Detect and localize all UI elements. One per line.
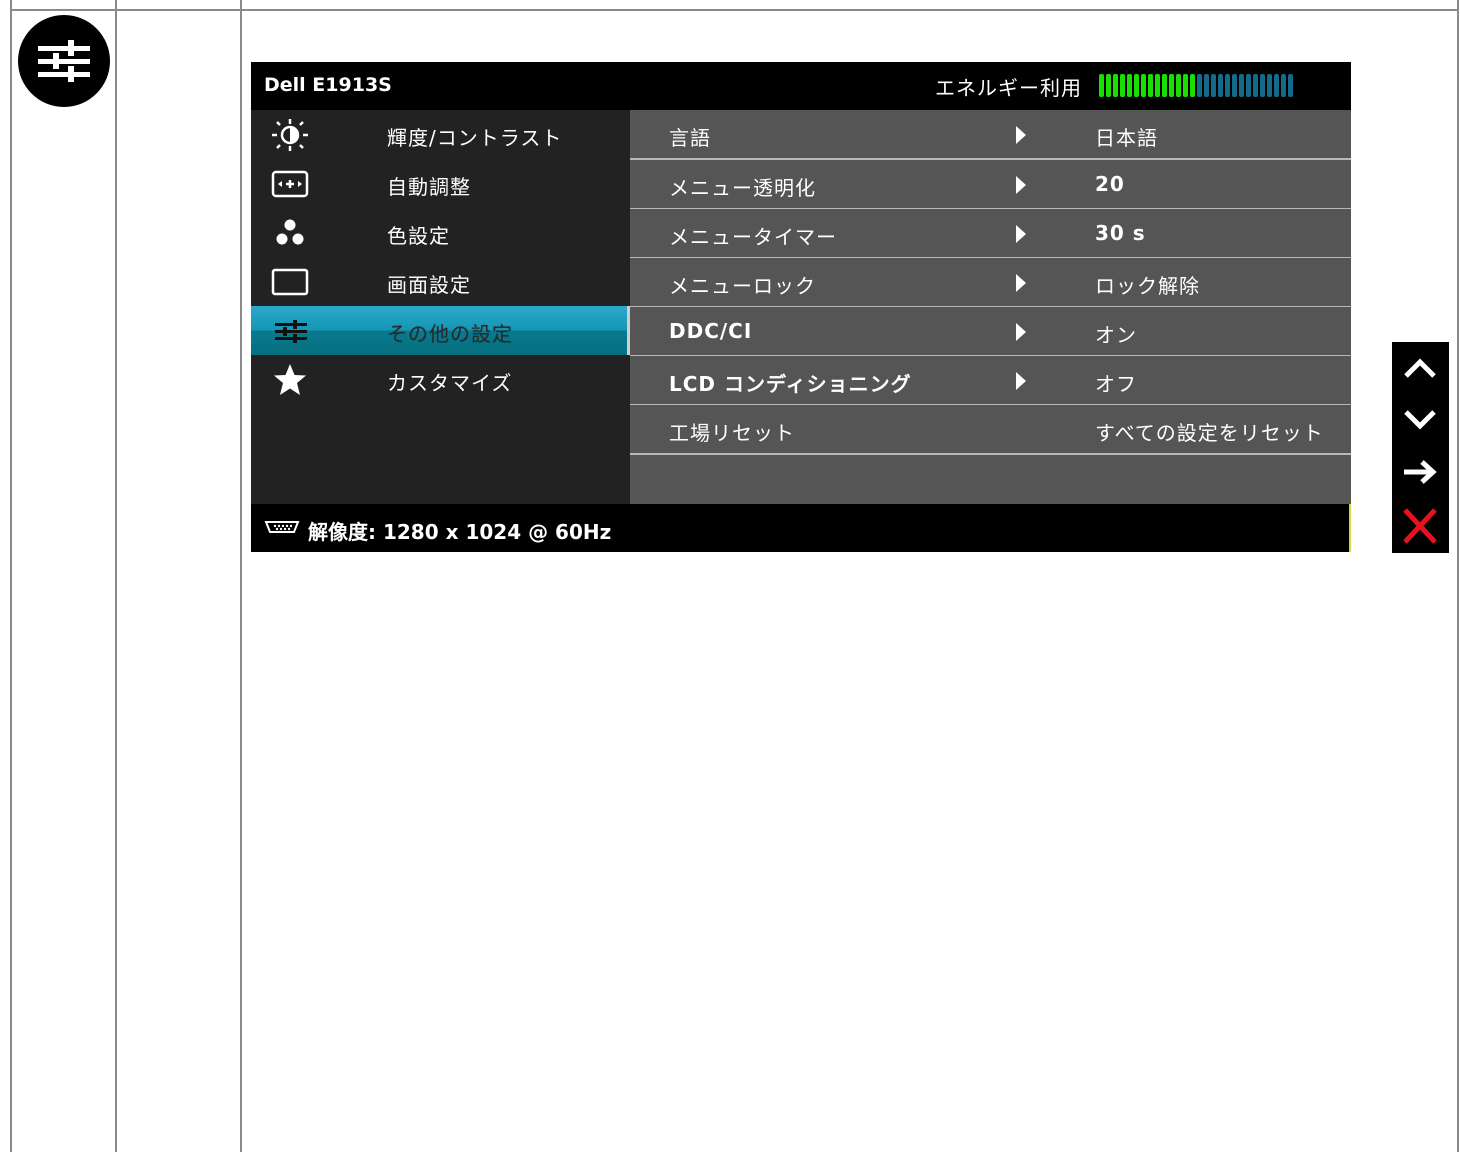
energy-segment: [1281, 74, 1286, 97]
option-value: オフ: [1095, 372, 1137, 396]
energy-segment: [1225, 74, 1230, 97]
arrow-right-icon: [1016, 372, 1026, 390]
down-icon: [1404, 410, 1436, 430]
vga-connector-icon: [264, 521, 300, 533]
auto-adjust-icon: [271, 170, 309, 198]
menu-item-label: カスタマイズ: [387, 371, 513, 395]
up-button[interactable]: [1392, 342, 1449, 392]
energy-segment: [1127, 74, 1132, 97]
option-row-menu-timer[interactable]: メニュータイマー 30 s: [630, 209, 1351, 259]
option-label: 言語: [669, 126, 711, 150]
energy-segment: [1141, 74, 1146, 97]
energy-segment: [1134, 74, 1139, 97]
table-border-left: [10, 0, 12, 1152]
option-label: メニュータイマー: [669, 225, 837, 249]
energy-segment: [1211, 74, 1216, 97]
option-value: 20: [1095, 172, 1125, 196]
option-value: 日本語: [1095, 126, 1158, 150]
arrow-right-icon: [1016, 323, 1026, 341]
close-icon: [1403, 508, 1437, 544]
exit-button[interactable]: [1392, 500, 1449, 550]
option-value: すべての設定をリセット: [1095, 421, 1324, 445]
energy-segment: [1099, 74, 1104, 97]
table-border-col2: [240, 0, 242, 1152]
arrow-right-icon: [1016, 176, 1026, 194]
option-label: メニューロック: [669, 274, 816, 298]
energy-label: エネルギー利用: [935, 76, 1082, 100]
menu-item-other-settings[interactable]: その他の設定: [251, 306, 630, 355]
menu-item-label: その他の設定: [387, 322, 513, 346]
energy-segment: [1239, 74, 1244, 97]
menu-item-label: 画面設定: [387, 273, 471, 297]
osd-navigation-buttons: [1392, 342, 1449, 553]
arrow-right-icon: [1016, 126, 1026, 144]
option-label: LCD コンディショニング: [669, 372, 912, 396]
energy-segment: [1218, 74, 1223, 97]
option-label: 工場リセット: [669, 421, 795, 445]
osd-header: Dell E1913S エネルギー利用: [251, 62, 1351, 110]
energy-segment: [1120, 74, 1125, 97]
energy-segment: [1232, 74, 1237, 97]
energy-segment: [1155, 74, 1160, 97]
option-row-ddc-ci[interactable]: DDC/CI オン: [630, 307, 1351, 357]
up-icon: [1404, 358, 1436, 378]
menu-item-label: 輝度/コントラスト: [387, 126, 563, 150]
option-value: ロック解除: [1095, 274, 1200, 298]
energy-meter: [1099, 74, 1295, 97]
osd-submenu: 言語 日本語 メニュー透明化 20 メニュータイマー 30 s メニューロック …: [630, 110, 1351, 504]
color-settings-icon: [276, 219, 304, 245]
energy-segment: [1176, 74, 1181, 97]
energy-segment: [1267, 74, 1272, 97]
table-top-border: [10, 9, 1459, 11]
menu-item-label: 自動調整: [387, 175, 471, 199]
menu-item-auto-adjust[interactable]: 自動調整: [251, 159, 630, 208]
energy-segment: [1162, 74, 1167, 97]
right-arrow-icon: [1404, 460, 1437, 484]
other-settings-round-icon: [18, 15, 110, 107]
option-row-lcd-conditioning[interactable]: LCD コンディショニング オフ: [630, 356, 1351, 406]
energy-segment: [1113, 74, 1118, 97]
energy-segment: [1183, 74, 1188, 97]
energy-segment: [1204, 74, 1209, 97]
arrow-right-icon: [1016, 274, 1026, 292]
osd-menu: Dell E1913S エネルギー利用 輝度/コントラスト 自動調整 色設定 画…: [251, 62, 1351, 552]
option-value: オン: [1095, 323, 1137, 347]
menu-item-brightness-contrast[interactable]: 輝度/コントラスト: [251, 110, 630, 159]
enter-button[interactable]: [1392, 446, 1449, 496]
option-row-menu-lock[interactable]: メニューロック ロック解除: [630, 258, 1351, 308]
energy-segment: [1253, 74, 1258, 97]
energy-segment: [1169, 74, 1174, 97]
option-label: DDC/CI: [669, 319, 753, 343]
brightness-icon: [272, 119, 308, 151]
model-name: Dell E1913S: [264, 74, 392, 96]
down-button[interactable]: [1392, 394, 1449, 444]
energy-segment: [1148, 74, 1153, 97]
footer-edge: [1349, 504, 1351, 552]
option-row-factory-reset[interactable]: 工場リセット すべての設定をリセット: [630, 405, 1351, 455]
menu-item-customize[interactable]: カスタマイズ: [251, 355, 630, 404]
energy-segment: [1190, 74, 1195, 97]
other-settings-icon: [275, 320, 307, 343]
resolution-text: 解像度: 1280 x 1024 @ 60Hz: [308, 520, 612, 544]
arrow-right-icon: [1016, 225, 1026, 243]
option-value: 30 s: [1095, 221, 1146, 245]
osd-main-menu: 輝度/コントラスト 自動調整 色設定 画面設定 その他の設定 カスタマイズ: [251, 110, 630, 504]
menu-item-label: 色設定: [387, 224, 450, 248]
option-row-language[interactable]: 言語 日本語: [630, 110, 1351, 160]
table-border-right: [1457, 0, 1459, 1152]
menu-item-color-settings[interactable]: 色設定: [251, 208, 630, 257]
energy-segment: [1197, 74, 1202, 97]
energy-segment: [1288, 74, 1293, 97]
energy-segment: [1260, 74, 1265, 97]
option-label: メニュー透明化: [669, 176, 816, 200]
menu-item-display-settings[interactable]: 画面設定: [251, 257, 630, 306]
energy-segment: [1246, 74, 1251, 97]
star-icon: [274, 364, 306, 395]
energy-segment: [1106, 74, 1111, 97]
display-settings-icon: [271, 268, 309, 296]
option-row-menu-transparency[interactable]: メニュー透明化 20: [630, 160, 1351, 210]
osd-footer: 解像度: 1280 x 1024 @ 60Hz: [251, 504, 1351, 552]
energy-segment: [1274, 74, 1279, 97]
table-border-col1: [115, 0, 117, 1152]
